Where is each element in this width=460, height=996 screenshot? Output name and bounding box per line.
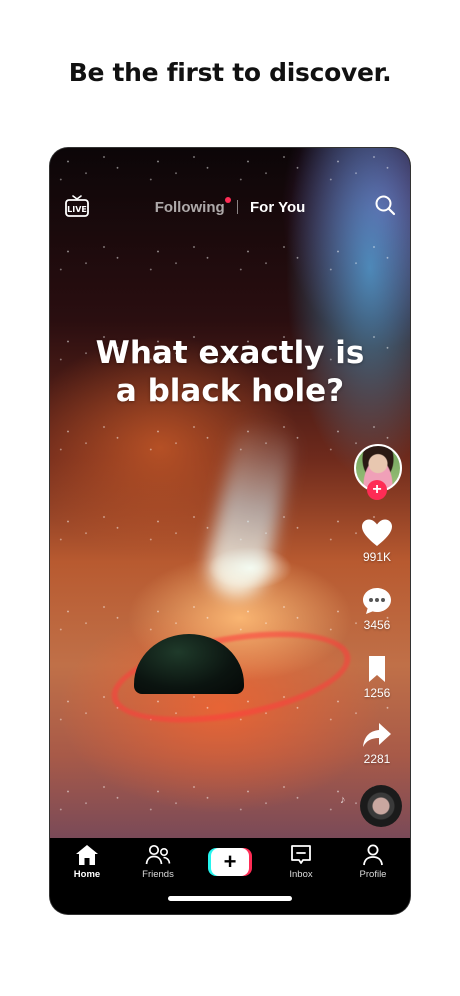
profile-icon xyxy=(363,844,383,866)
notification-dot xyxy=(224,196,231,203)
share-button[interactable]: 2281 xyxy=(348,720,406,766)
nav-profile[interactable]: Profile xyxy=(344,844,402,880)
heart-icon xyxy=(362,519,392,546)
nav-inbox-label: Inbox xyxy=(289,869,313,880)
save-count: 1256 xyxy=(363,686,391,700)
headline: Be the first to discover. xyxy=(68,58,392,87)
tab-following-label: Following xyxy=(154,198,225,216)
caption-line-1: What exactly is xyxy=(95,335,365,371)
home-indicator xyxy=(168,896,292,901)
create-plus-icon: + xyxy=(211,848,249,876)
phone-frame: What exactly is a black hole? LIVE Follo… xyxy=(50,148,410,914)
bookmark-icon xyxy=(369,656,385,682)
tab-for-you-label: For You xyxy=(250,198,306,216)
music-notes-icon: ♪ xyxy=(340,794,346,806)
tab-following[interactable]: Following xyxy=(154,196,231,216)
bottom-nav: Home Friends + Inbox Profile xyxy=(50,838,410,914)
feed-tabs: Following For You xyxy=(50,196,410,216)
inbox-icon xyxy=(291,845,311,864)
music-disc-icon[interactable] xyxy=(360,785,402,827)
nav-profile-label: Profile xyxy=(359,869,387,880)
nav-home-label: Home xyxy=(73,869,101,880)
comment-count: 3456 xyxy=(363,618,391,632)
nav-inbox[interactable]: Inbox xyxy=(272,844,330,880)
nav-friends[interactable]: Friends xyxy=(129,844,187,880)
caption-line-2: a black hole? xyxy=(115,373,345,409)
search-icon[interactable] xyxy=(374,194,396,216)
video-caption: What exactly is a black hole? xyxy=(50,334,410,410)
home-icon xyxy=(76,845,98,865)
top-bar: LIVE Following For You xyxy=(50,148,410,248)
friends-icon xyxy=(145,844,171,865)
tab-for-you[interactable]: For You xyxy=(250,199,305,216)
share-count: 2281 xyxy=(363,752,391,766)
plus-icon[interactable]: + xyxy=(367,480,387,500)
like-count: 991K xyxy=(362,550,392,564)
create-button[interactable]: + xyxy=(208,848,252,876)
nav-home[interactable]: Home xyxy=(58,844,116,880)
share-arrow-icon xyxy=(363,723,391,747)
nav-friends-label: Friends xyxy=(142,869,174,880)
comment-button[interactable]: 3456 xyxy=(348,586,406,632)
like-button[interactable]: 991K xyxy=(348,518,406,564)
tab-separator xyxy=(236,200,238,215)
save-button[interactable]: 1256 xyxy=(348,654,406,700)
comment-bubble-icon xyxy=(363,588,391,614)
